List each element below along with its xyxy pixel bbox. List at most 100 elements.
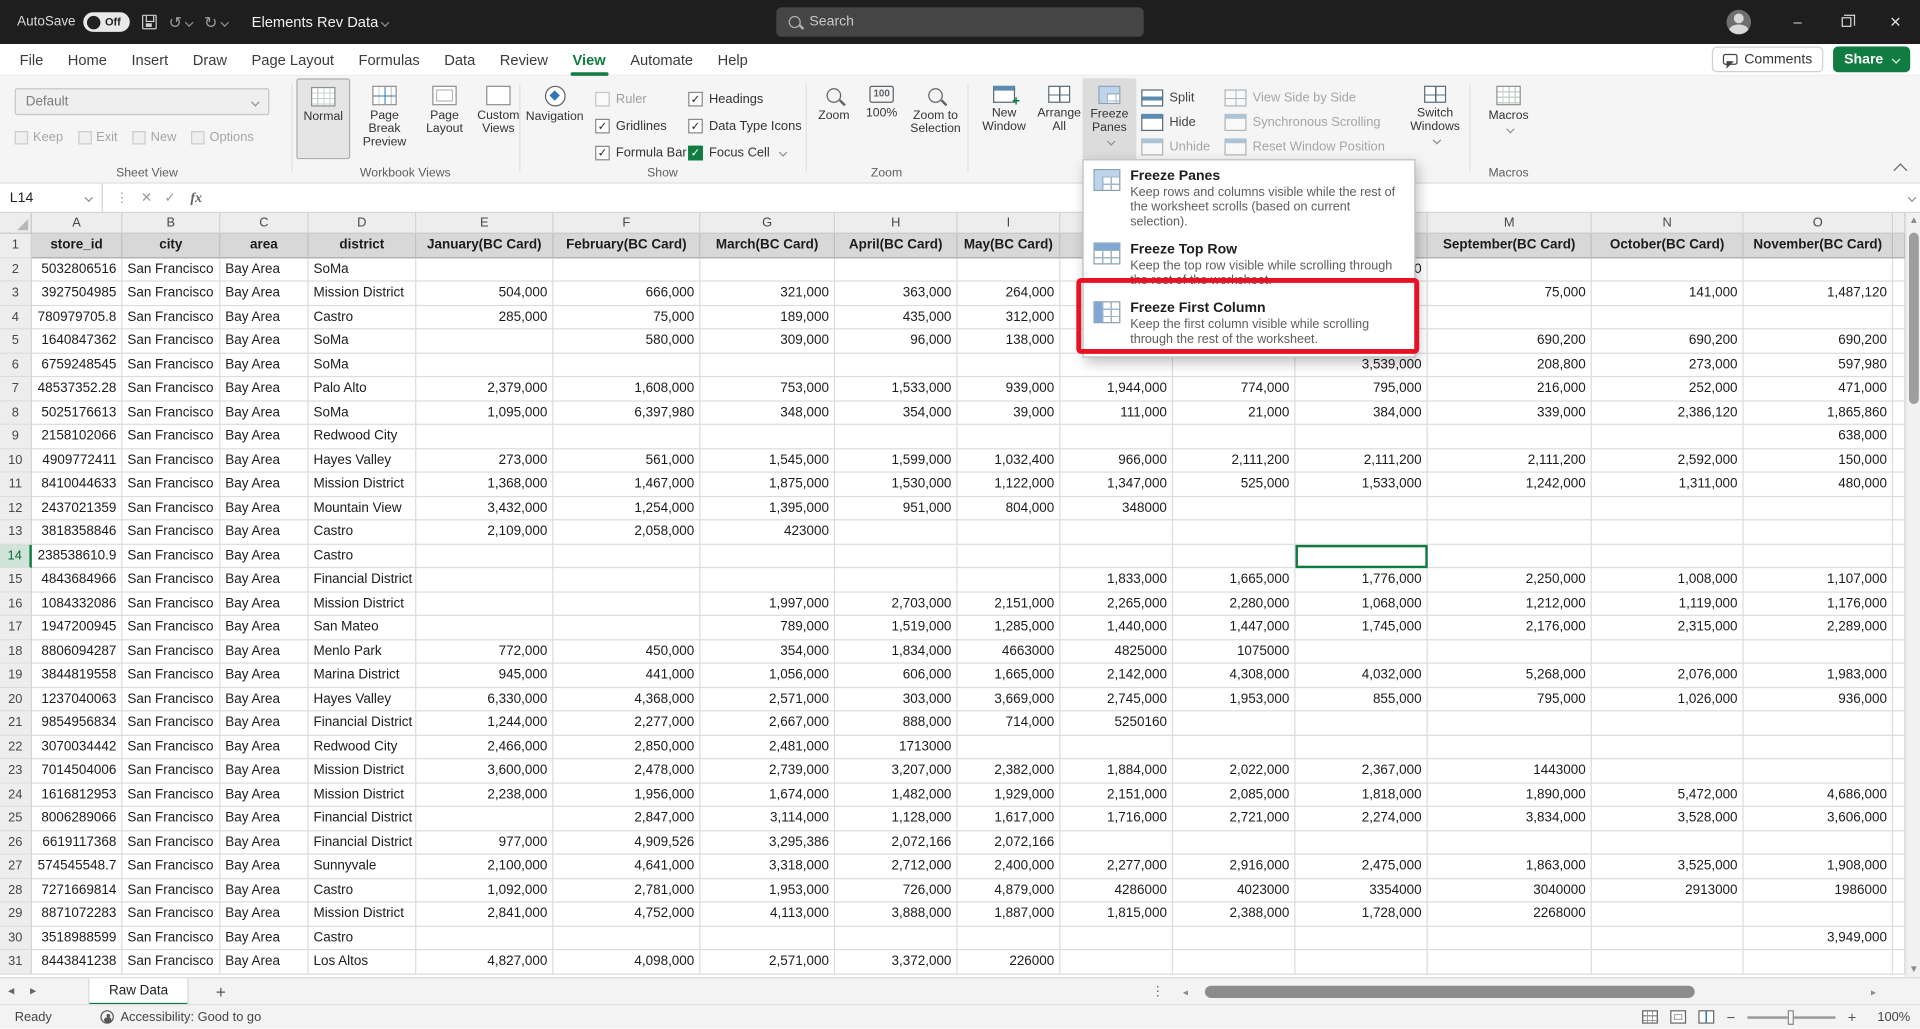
cell-F4[interactable]: 75,000 — [553, 306, 700, 330]
cell-C4[interactable]: Bay Area — [220, 306, 308, 330]
comments-button[interactable]: Comments — [1712, 47, 1823, 73]
zoom-in-button[interactable]: + — [1848, 1008, 1857, 1025]
cell-F24[interactable]: 1,956,000 — [553, 783, 700, 807]
cell-P25[interactable] — [1893, 807, 1905, 831]
cell-P27[interactable] — [1893, 855, 1905, 879]
cell-K26[interactable] — [1173, 831, 1295, 855]
cell-M1[interactable]: September(BC Card) — [1428, 234, 1592, 258]
cell-J22[interactable] — [1060, 735, 1173, 759]
navigation-button[interactable]: Navigation — [522, 78, 588, 159]
cell-B7[interactable]: San Francisco — [122, 377, 220, 401]
cell-A17[interactable]: 1947200945 — [32, 616, 123, 640]
cell-L15[interactable]: 1,776,000 — [1296, 568, 1428, 592]
cell-A11[interactable]: 8410044633 — [32, 473, 123, 497]
cell-D23[interactable]: Mission District — [309, 759, 417, 783]
cell-P2[interactable] — [1893, 258, 1905, 282]
row-header-5[interactable]: 5 — [0, 329, 32, 353]
cell-I14[interactable] — [958, 544, 1061, 568]
cell-B6[interactable]: San Francisco — [122, 353, 220, 377]
cell-N22[interactable] — [1592, 735, 1744, 759]
zoom-out-button[interactable]: − — [1726, 1008, 1735, 1025]
cell-E13[interactable]: 2,109,000 — [416, 520, 553, 544]
row-header-2[interactable]: 2 — [0, 258, 32, 282]
cell-B16[interactable]: San Francisco — [122, 592, 220, 616]
horizontal-scrollbar-thumb[interactable] — [1205, 986, 1695, 998]
cell-C3[interactable]: Bay Area — [220, 282, 308, 306]
cell-C17[interactable]: Bay Area — [220, 616, 308, 640]
cell-H30[interactable] — [835, 926, 957, 950]
cell-J9[interactable] — [1060, 425, 1173, 449]
page-layout-status-button[interactable] — [1670, 1010, 1686, 1023]
cell-N17[interactable]: 2,315,000 — [1592, 616, 1744, 640]
cell-F17[interactable] — [553, 616, 700, 640]
cell-B4[interactable]: San Francisco — [122, 306, 220, 330]
cell-F5[interactable]: 580,000 — [553, 329, 700, 353]
arrange-all-button[interactable]: Arrange All — [1033, 78, 1084, 159]
cell-H4[interactable]: 435,000 — [835, 306, 957, 330]
cell-C18[interactable]: Bay Area — [220, 640, 308, 664]
row-header-7[interactable]: 7 — [0, 377, 32, 401]
cell-N20[interactable]: 1,026,000 — [1592, 688, 1744, 712]
cell-G3[interactable]: 321,000 — [700, 282, 835, 306]
cell-J29[interactable]: 1,815,000 — [1060, 902, 1173, 926]
vertical-scrollbar[interactable]: ▲ ▼ — [1905, 213, 1920, 977]
page-break-preview-button[interactable]: Page Break Preview — [353, 78, 417, 159]
cell-C5[interactable]: Bay Area — [220, 329, 308, 353]
cell-P20[interactable] — [1893, 688, 1905, 712]
cell-D17[interactable]: San Mateo — [309, 616, 417, 640]
cell-H10[interactable]: 1,599,000 — [835, 449, 957, 473]
cell-E29[interactable]: 2,841,000 — [416, 902, 553, 926]
cell-N30[interactable] — [1592, 926, 1744, 950]
cell-O7[interactable]: 471,000 — [1744, 377, 1893, 401]
cell-P19[interactable] — [1893, 664, 1905, 688]
cell-B30[interactable]: San Francisco — [122, 926, 220, 950]
cell-F13[interactable]: 2,058,000 — [553, 520, 700, 544]
row-header-4[interactable]: 4 — [0, 306, 32, 330]
cell-E23[interactable]: 3,600,000 — [416, 759, 553, 783]
column-header-D[interactable]: D — [309, 213, 417, 234]
document-title[interactable]: Elements Rev Data — [252, 13, 388, 30]
cell-N29[interactable] — [1592, 902, 1744, 926]
cell-E2[interactable] — [416, 258, 553, 282]
cell-I26[interactable]: 2,072,166 — [958, 831, 1061, 855]
cell-I13[interactable] — [958, 520, 1061, 544]
cell-L7[interactable]: 795,000 — [1296, 377, 1428, 401]
synchronous-scrolling-button[interactable]: Synchronous Scrolling — [1224, 110, 1384, 134]
cell-J10[interactable]: 966,000 — [1060, 449, 1173, 473]
cell-E1[interactable]: January(BC Card) — [416, 234, 553, 258]
cell-M11[interactable]: 1,242,000 — [1428, 473, 1592, 497]
cell-F28[interactable]: 2,781,000 — [553, 879, 700, 903]
cell-E3[interactable]: 504,000 — [416, 282, 553, 306]
cell-J20[interactable]: 2,745,000 — [1060, 688, 1173, 712]
cell-G6[interactable] — [700, 353, 835, 377]
cell-H1[interactable]: April(BC Card) — [835, 234, 957, 258]
cell-P26[interactable] — [1893, 831, 1905, 855]
cell-F22[interactable]: 2,850,000 — [553, 735, 700, 759]
cell-B31[interactable]: San Francisco — [122, 950, 220, 974]
cell-A12[interactable]: 2437021359 — [32, 497, 123, 521]
cell-F10[interactable]: 561,000 — [553, 449, 700, 473]
zoom-to-selection-button[interactable]: Zoom to Selection — [906, 78, 965, 159]
save-icon[interactable] — [142, 15, 157, 30]
cell-E17[interactable] — [416, 616, 553, 640]
cell-H12[interactable]: 951,000 — [835, 497, 957, 521]
cell-C28[interactable]: Bay Area — [220, 879, 308, 903]
cell-G26[interactable]: 3,295,386 — [700, 831, 835, 855]
cell-L30[interactable] — [1296, 926, 1428, 950]
cell-G28[interactable]: 1,953,000 — [700, 879, 835, 903]
cell-D3[interactable]: Mission District — [309, 282, 417, 306]
cell-H11[interactable]: 1,530,000 — [835, 473, 957, 497]
cell-D27[interactable]: Sunnyvale — [309, 855, 417, 879]
cell-A31[interactable]: 8443841238 — [32, 950, 123, 974]
cell-O14[interactable] — [1744, 544, 1893, 568]
cell-G31[interactable]: 2,571,000 — [700, 950, 835, 974]
cell-P31[interactable] — [1893, 950, 1905, 974]
zoom-slider[interactable] — [1747, 1016, 1835, 1018]
cell-N7[interactable]: 252,000 — [1592, 377, 1744, 401]
cell-N21[interactable] — [1592, 711, 1744, 735]
cell-K12[interactable] — [1173, 497, 1295, 521]
cell-K18[interactable]: 1075000 — [1173, 640, 1295, 664]
cell-O29[interactable] — [1744, 902, 1893, 926]
cell-H26[interactable]: 2,072,166 — [835, 831, 957, 855]
cell-P28[interactable] — [1893, 879, 1905, 903]
